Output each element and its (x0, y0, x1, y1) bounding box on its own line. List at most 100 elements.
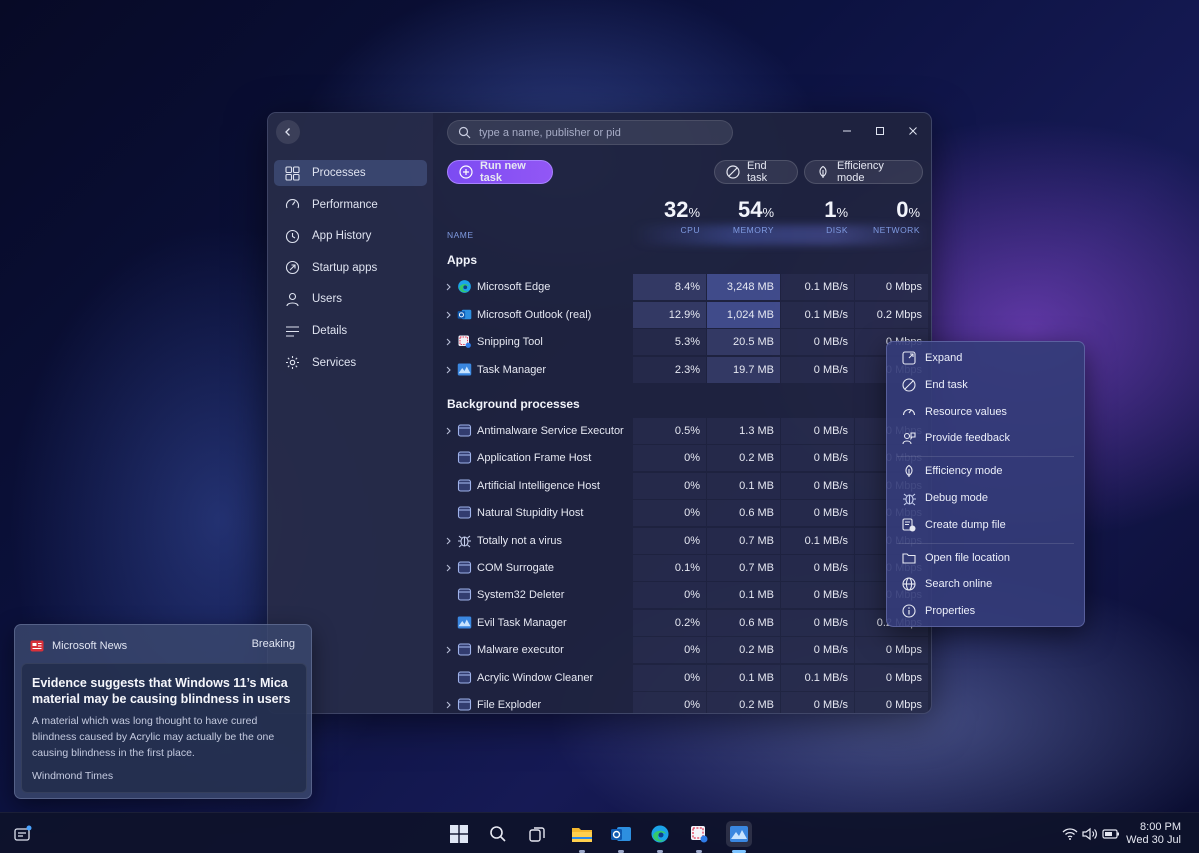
context-menu-search-online[interactable]: Search online (893, 573, 1080, 595)
background-process-row[interactable]: Acrylic Window Cleaner 0% 0.1 MB 0.1 MB/s 0 … (433, 664, 931, 691)
network-column-header[interactable]: 0% NETWORK (853, 197, 920, 235)
chevron-right-icon[interactable] (445, 701, 452, 709)
cpu-column-header[interactable]: 32% CPU (633, 197, 700, 235)
chevron-right-icon[interactable] (445, 338, 452, 346)
process-name: Acrylic Window Cleaner (477, 671, 594, 684)
context-menu-create-dump-file[interactable]: Create dump file (893, 514, 1080, 536)
news-notification[interactable]: Microsoft News Breaking Evidence suggest… (14, 624, 312, 799)
window-icon (457, 505, 472, 520)
sidebar-item-app-history[interactable]: App History (274, 223, 427, 249)
process-memory: 0.1 MB (707, 472, 780, 499)
background-process-row[interactable]: COM Surrogate0.1%0.7 MB0 MB/s0 Mbps (433, 555, 931, 581)
app-process-row[interactable]: Microsoft Edge 8.4% 3,248 MB 0.1 MB/s 0 Mbps (433, 274, 931, 300)
startup-apps-icon (284, 260, 300, 276)
process-disk: 0 MB/s (781, 329, 854, 355)
chevron-right-icon[interactable] (445, 366, 452, 374)
run-new-task-button[interactable]: Run new task (447, 160, 553, 184)
search-icon (456, 125, 472, 141)
background-process-row[interactable]: Natural Stupidity Host0%0.6 MB0 MB/s0 Mb… (433, 500, 931, 527)
memory-unit: % (762, 205, 774, 220)
app-process-row[interactable]: Microsoft Outlook (real) 12.9% 1,024 MB 0.1… (433, 301, 931, 328)
wifi-status[interactable] (1060, 821, 1080, 847)
chevron-right-icon[interactable] (445, 646, 452, 654)
volume-status[interactable] (1080, 821, 1100, 847)
context-menu-properties[interactable]: Properties (893, 600, 1080, 622)
news-headline[interactable]: Evidence suggests that Windows 11’s Mica… (32, 675, 298, 707)
context-menu-end-task[interactable]: End task (893, 374, 1080, 396)
taskbar-outlook[interactable] (608, 821, 634, 847)
background-process-row[interactable]: Artificial Intelligence Host 0% 0.1 MB 0 MB… (433, 472, 931, 499)
sidebar-item-details[interactable]: Details (274, 318, 427, 344)
taskbar-edge[interactable] (647, 821, 673, 847)
process-disk: 0 MB/s (781, 472, 854, 499)
background-process-row[interactable]: Application Frame Host0%0.2 MB0 MB/s0 Mb… (433, 445, 931, 472)
name-column-header[interactable]: NAME (447, 230, 474, 240)
close-button[interactable] (905, 123, 921, 139)
cpu-label: CPU (680, 225, 700, 235)
end-task-button[interactable]: End task (714, 160, 798, 184)
file-explorer-icon (571, 824, 593, 844)
chevron-right-icon[interactable] (445, 427, 452, 435)
chevron-right-icon[interactable] (445, 564, 452, 572)
process-disk: 0 MB/s (781, 582, 854, 609)
news-card[interactable]: Evidence suggests that Windows 11’s Mica… (21, 663, 307, 793)
start-icon (450, 825, 468, 843)
news-breaking-tag: Breaking (251, 638, 295, 650)
context-menu-resource-values[interactable]: Resource values (893, 401, 1080, 423)
process-memory: 3,248 MB (707, 274, 780, 300)
disk-column-header[interactable]: 1% DISK (781, 197, 848, 235)
context-menu-efficiency-mode[interactable]: Efficiency mode (893, 460, 1080, 482)
memory-column-header[interactable]: 54% MEMORY (707, 197, 774, 235)
leaf-icon (901, 463, 917, 479)
context-menu-debug-mode[interactable]: Debug mode (893, 487, 1080, 509)
battery-status[interactable] (1100, 821, 1122, 847)
background-process-row[interactable]: Malware executor 0% 0.2 MB 0 MB/s 0 Mbps (433, 637, 931, 664)
context-menu-label: End task (925, 378, 968, 391)
taskbar-start-button[interactable] (446, 821, 472, 847)
chevron-right-icon[interactable] (445, 283, 452, 291)
background-process-row[interactable]: Antimalware Service Executor 0.5% 1.3 MB 0 … (433, 418, 931, 444)
window-icon (457, 450, 472, 465)
task-manager-icon (457, 362, 472, 377)
news-header: Microsoft News (29, 638, 127, 654)
back-button[interactable] (276, 120, 300, 144)
news-source: Windmond Times (32, 770, 114, 782)
context-menu-open-file-location[interactable]: Open file location (893, 547, 1080, 569)
process-name: COM Surrogate (477, 562, 555, 574)
context-menu-label: Debug mode (925, 492, 988, 504)
background-process-row[interactable]: Totally not a virus0%0.7 MB0.1 MB/s0 Mbp… (433, 527, 931, 554)
minimize-icon (842, 126, 852, 136)
taskbar-snipping-tool[interactable] (686, 821, 712, 847)
sidebar-item-services[interactable]: Services (274, 350, 427, 376)
chevron-right-icon[interactable] (445, 311, 452, 319)
sidebar-item-startup-apps[interactable]: Startup apps (274, 255, 427, 281)
app-process-row[interactable]: Task Manager2.3%19.7 MB0 MB/s0 Mbps (433, 356, 931, 383)
chevron-right-icon[interactable] (445, 537, 452, 545)
sidebar-item-performance[interactable]: Performance (274, 192, 427, 218)
context-menu-label: Search online (925, 578, 993, 591)
taskbar-file-explorer[interactable] (569, 821, 595, 847)
context-menu-expand[interactable]: Expand (893, 347, 1080, 369)
snipping-tool-icon (457, 334, 472, 349)
maximize-button[interactable] (872, 123, 888, 139)
efficiency-mode-button[interactable]: Efficiency mode (804, 160, 923, 184)
clock[interactable]: 8:00 PM Wed 30 Jul (1126, 821, 1181, 847)
search-box[interactable] (447, 120, 733, 145)
taskbar-task-view-button[interactable] (524, 821, 550, 847)
sidebar-item-users[interactable]: Users (274, 286, 427, 312)
snipping-tool-icon (689, 824, 709, 844)
process-cpu: 8.4% (633, 274, 706, 300)
app-process-row[interactable]: Snipping Tool5.3%20.5 MB0 MB/s0 Mbps (433, 329, 931, 355)
background-process-row[interactable]: File Exploder 0% 0.2 MB 0 MB/s 0 Mbps (433, 692, 931, 713)
apps-section-title: Apps (447, 253, 477, 267)
sidebar-item-processes[interactable]: Processes (274, 160, 427, 186)
background-process-row[interactable]: System32 Deleter0%0.1 MB0 MB/s0 Mbps (433, 582, 931, 609)
search-input[interactable] (479, 126, 719, 139)
background-process-row[interactable]: Evil Task Manager0.2%0.6 MB0 MB/s0.2 Mbp… (433, 609, 931, 636)
widgets-button[interactable] (10, 821, 36, 847)
taskbar-task-manager[interactable] (726, 821, 752, 847)
taskbar-search-button[interactable] (485, 821, 511, 847)
maximize-icon (875, 126, 885, 136)
context-menu-provide-feedback[interactable]: Provide feedback (893, 427, 1080, 449)
minimize-button[interactable] (839, 123, 855, 139)
